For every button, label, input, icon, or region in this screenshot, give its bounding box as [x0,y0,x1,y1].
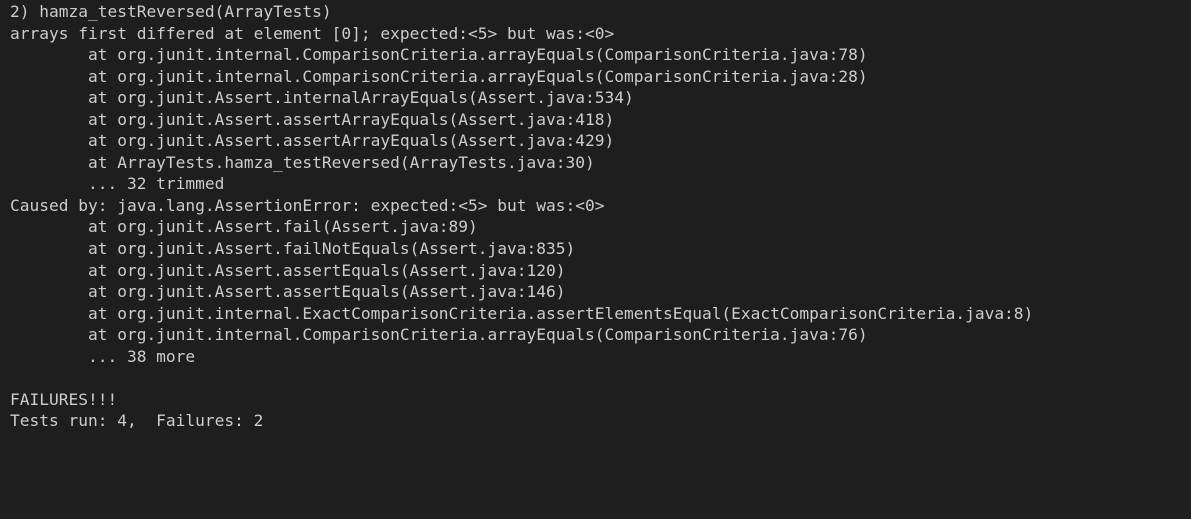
stack-frame: at org.junit.Assert.failNotEquals(Assert… [10,239,576,259]
more-frames-note: ... 38 more [10,346,196,366]
terminal-output[interactable]: 2) hamza_testReversed(ArrayTests) arrays… [0,0,1191,519]
failure-message: arrays first differed at element [0]; ex… [10,23,615,43]
stack-frame: at org.junit.Assert.assertEquals(Assert.… [10,260,566,280]
stack-frame: at org.junit.Assert.fail(Assert.java:89) [10,217,478,237]
stack-frame: at org.junit.Assert.assertArrayEquals(As… [10,109,615,129]
failures-banner: FAILURES!!! [10,389,118,409]
stack-frame: at org.junit.internal.ExactComparisonCri… [10,303,1034,323]
stack-frame: at org.junit.internal.ComparisonCriteria… [10,66,868,86]
caused-by-message: Caused by: java.lang.AssertionError: exp… [10,195,605,215]
stack-frame: at org.junit.internal.ComparisonCriteria… [10,325,868,345]
stack-frame: at org.junit.internal.ComparisonCriteria… [10,45,868,65]
stack-frame: at org.junit.Assert.assertEquals(Assert.… [10,282,566,302]
trimmed-frames-note: ... 32 trimmed [10,174,225,194]
stack-frame: at org.junit.Assert.assertArrayEquals(As… [10,131,615,151]
test-summary: Tests run: 4, Failures: 2 [10,411,264,431]
stack-frame: at ArrayTests.hamza_testReversed(ArrayTe… [10,152,595,172]
stack-frame: at org.junit.Assert.internalArrayEquals(… [10,88,634,108]
failure-header: 2) hamza_testReversed(ArrayTests) [10,2,332,21]
